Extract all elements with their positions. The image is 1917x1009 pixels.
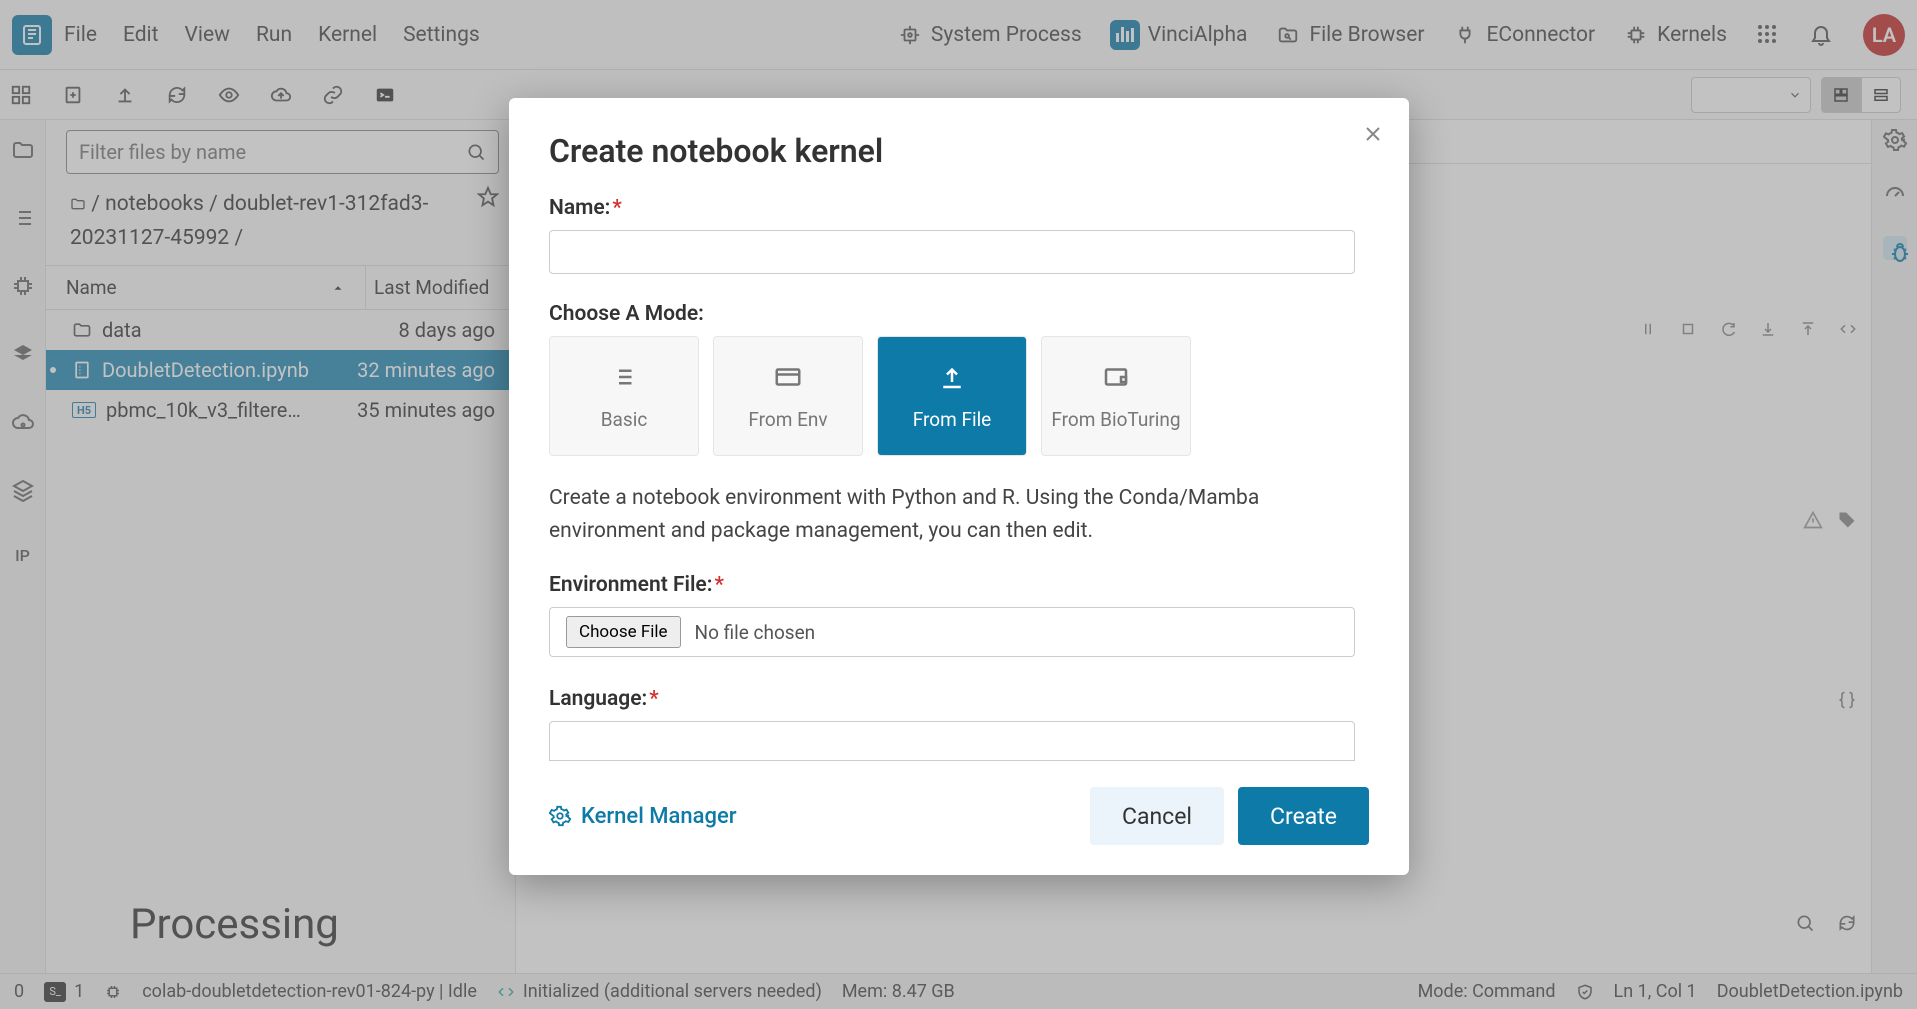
mode-grid: Basic From Env From File From BioTuring: [549, 336, 1355, 456]
cancel-button[interactable]: Cancel: [1090, 787, 1224, 845]
mode-from-bioturing[interactable]: From BioTuring: [1041, 336, 1191, 456]
gear-link-icon: [549, 805, 571, 827]
create-button[interactable]: Create: [1238, 787, 1369, 845]
modal-footer: Kernel Manager Cancel Create: [549, 787, 1369, 845]
choose-file-button[interactable]: Choose File: [566, 616, 681, 648]
wallet-mode-icon: [1101, 362, 1131, 392]
mode-label: Choose A Mode:: [549, 302, 1355, 326]
create-kernel-modal: Create notebook kernel Name:* Choose A M…: [509, 98, 1409, 875]
upload-mode-icon: [937, 362, 967, 392]
mode-label: From Env: [748, 408, 827, 431]
env-file-label: Environment File:*: [549, 573, 1355, 597]
kernel-name-input[interactable]: [549, 230, 1355, 274]
mode-description: Create a notebook environment with Pytho…: [549, 482, 1355, 547]
mode-label: From BioTuring: [1051, 408, 1180, 431]
list-mode-icon: [609, 362, 639, 392]
mode-from-file[interactable]: From File: [877, 336, 1027, 456]
close-modal-icon[interactable]: [1361, 122, 1385, 146]
mode-from-env[interactable]: From Env: [713, 336, 863, 456]
kernel-manager-link[interactable]: Kernel Manager: [549, 804, 737, 829]
modal-title: Create notebook kernel: [549, 132, 1369, 170]
file-picker: Choose File No file chosen: [549, 607, 1355, 657]
language-label: Language:*: [549, 687, 1355, 711]
language-input[interactable]: [549, 721, 1355, 761]
name-label: Name:*: [549, 196, 1355, 220]
file-chosen-label: No file chosen: [695, 621, 816, 644]
mode-label: From File: [913, 408, 992, 431]
mode-basic[interactable]: Basic: [549, 336, 699, 456]
mode-label: Basic: [601, 408, 648, 431]
env-mode-icon: [773, 362, 803, 392]
